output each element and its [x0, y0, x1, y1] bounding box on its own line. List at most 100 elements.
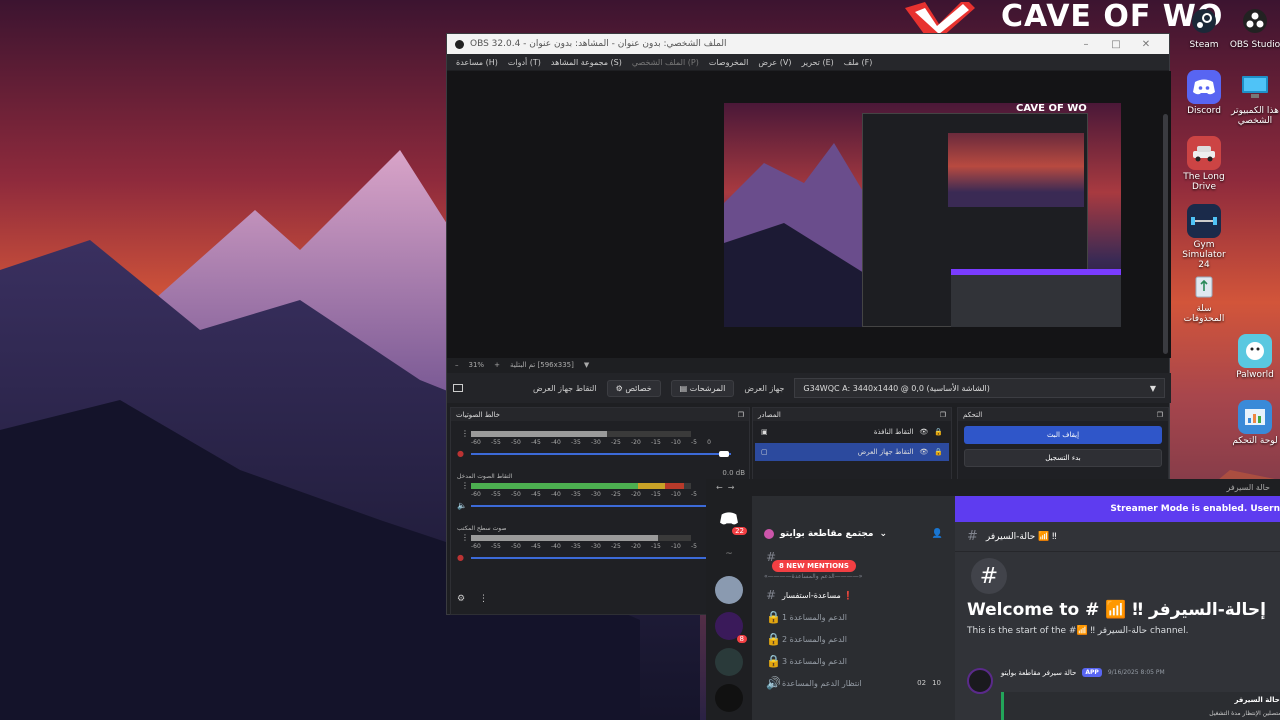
track-menu-icon[interactable]: ⋮: [461, 481, 469, 490]
zoom-dropdown-icon[interactable]: ▼: [584, 361, 589, 369]
mixer-track: التقاط الصوت المدخل 0.0 dB ⋮ -60 -55 -50 -4…: [451, 469, 749, 525]
discord-window: ← → حالة السيرفر 22 ~ 8 Streamer Mode is…: [706, 479, 1280, 720]
start-recording-button[interactable]: بدء التسجيل: [964, 449, 1162, 467]
source-item[interactable]: ▣ التقاط النافذة 👁 🔒: [755, 423, 949, 441]
menu-profile[interactable]: الملف الشخصي (P): [627, 58, 704, 67]
mixer-menu-icon[interactable]: ⋮: [479, 594, 488, 604]
server-avatar[interactable]: [715, 576, 743, 604]
volume-slider-knob[interactable]: [719, 451, 729, 457]
dock-float-icon[interactable]: ❐: [940, 411, 946, 419]
obs-menubar: ملف (F) تحرير (E) عرض (V) المخروصات المل…: [447, 54, 1169, 70]
desktop-icon-palworld[interactable]: Palworld: [1227, 334, 1280, 380]
track-menu-icon[interactable]: ⋮: [461, 533, 469, 542]
display-source-icon: ▢: [761, 448, 768, 456]
menu-scene-collection[interactable]: مجموعة المشاهد (S): [546, 58, 627, 67]
server-name: مجتمع مقاطعة بوايتو: [780, 529, 874, 539]
volume-slider[interactable]: [471, 557, 731, 559]
tick: -5: [691, 439, 697, 446]
car-icon: [1187, 136, 1221, 170]
track-db: 0.0 dB: [722, 469, 745, 477]
channel-item[interactable]: 🔒 الدعم والمساعدة 1: [752, 606, 955, 628]
tick: -30: [591, 439, 601, 446]
discord-home-icon[interactable]: 22: [715, 504, 747, 535]
desktop-icon-control-panel[interactable]: لوحة التحكم: [1227, 400, 1280, 446]
preview-nested-discord: [951, 269, 1121, 327]
channel-item[interactable]: 🔊 انتظار الدعم والمساعدة 02 10: [752, 672, 955, 694]
menu-help[interactable]: مساعدة (H): [451, 58, 503, 67]
menu-file[interactable]: ملف (F): [839, 58, 878, 67]
avatar[interactable]: [967, 668, 993, 694]
desktop-icon-label: Gym Simulator 24: [1182, 240, 1226, 270]
desktop-icon-gym-simulator[interactable]: Gym Simulator 24: [1176, 204, 1232, 270]
zoom-in-icon[interactable]: +: [494, 361, 500, 369]
lock-icon[interactable]: 🔒: [934, 428, 943, 436]
meter-level-green: [471, 483, 639, 489]
server-header[interactable]: مجتمع مقاطعة بوايتو ⌄ 👤: [752, 522, 955, 546]
server-avatar[interactable]: [715, 684, 743, 712]
volume-slider[interactable]: [471, 451, 731, 457]
embed-title: حالة السيرفر :: [1234, 696, 1280, 704]
dock-float-icon[interactable]: ❐: [738, 411, 744, 419]
close-icon[interactable]: ✕: [1131, 39, 1161, 50]
back-arrow-icon[interactable]: ← →: [716, 483, 735, 492]
track-menu-icon[interactable]: ⋮: [461, 429, 469, 438]
channel-title: حالة-السيرفر 📶 ‼: [985, 531, 1057, 542]
menu-docks[interactable]: المخروصات: [704, 58, 754, 67]
menu-edit[interactable]: تحرير (E): [796, 58, 838, 67]
computer-icon: [1238, 70, 1272, 104]
desktop-icon-steam[interactable]: Steam: [1176, 4, 1232, 50]
server-avatar[interactable]: 8: [715, 612, 747, 643]
dock-float-icon[interactable]: ❐: [1157, 411, 1163, 419]
capture-source-label: التقاط جهاز العرض: [533, 383, 597, 393]
channel-item[interactable]: 🔒 الدعم والمساعدة 3: [752, 650, 955, 672]
desktop-icon-the-long-drive[interactable]: The Long Drive: [1176, 136, 1232, 192]
voice-count-a: 02: [917, 679, 927, 687]
menu-view[interactable]: عرض (V): [753, 58, 796, 67]
volume-meter: [471, 431, 691, 437]
desktop-icon-recycle-bin[interactable]: سلة المحذوفات: [1176, 268, 1232, 324]
mixer-settings-icon[interactable]: ⚙: [457, 594, 465, 604]
speaker-icon[interactable]: 🔈: [457, 501, 467, 510]
tick: -5: [691, 543, 697, 550]
hash-icon: #: [766, 588, 777, 602]
properties-button[interactable]: ⚙ خصائص: [606, 379, 661, 397]
channel-item[interactable]: 🔒 الدعم والمساعدة 2: [752, 628, 955, 650]
add-member-icon[interactable]: 👤: [932, 529, 943, 539]
source-label: التقاط النافذة: [873, 428, 914, 436]
desktop-icon-discord[interactable]: Discord: [1176, 70, 1232, 116]
chat-main: # حالة-السيرفر 📶 ‼ # Welcome to # 📶 ‼ إح…: [955, 522, 1280, 720]
steam-icon: [1187, 4, 1221, 38]
server-badge: 8: [736, 635, 747, 643]
message-author[interactable]: حالة سيرفر مقاطعة بوايتو: [1001, 669, 1076, 677]
obs-preview[interactable]: CAVE OF WO: [447, 71, 1171, 402]
muted-speaker-icon[interactable]: ●: [457, 553, 464, 562]
zoom-out-icon[interactable]: –: [455, 361, 459, 369]
new-mentions-pill[interactable]: 8 NEW MENTIONS: [772, 560, 856, 572]
channel-item[interactable]: # مساعدة-استفسار ❗: [752, 584, 955, 606]
tick: -25: [611, 439, 621, 446]
track-name: التقاط الصوت المدخل: [457, 473, 513, 480]
desktop-icon-obs[interactable]: OBS Studio: [1227, 4, 1280, 50]
minimize-icon[interactable]: –: [1071, 39, 1101, 50]
window-source-icon: ▣: [761, 428, 768, 436]
stop-streaming-button[interactable]: إيقاف البث: [964, 426, 1162, 444]
maximize-icon[interactable]: □: [1101, 39, 1131, 50]
tick: -35: [571, 543, 581, 550]
gym-icon: [1187, 204, 1221, 238]
display-select[interactable]: G34WQC A: 3440x1440 @ 0,0 (الشاشة الأساس…: [794, 378, 1165, 398]
eye-icon[interactable]: 👁: [919, 428, 928, 436]
tick: -10: [671, 439, 681, 446]
filters-button[interactable]: ▤ المرشحات: [670, 379, 735, 397]
eye-icon[interactable]: 👁: [919, 448, 928, 456]
volume-slider[interactable]: [471, 505, 731, 507]
preview-vertical-scrollbar[interactable]: [1163, 114, 1168, 354]
menu-tools[interactable]: أدوات (T): [503, 58, 546, 67]
server-avatar[interactable]: [715, 648, 743, 676]
muted-speaker-icon[interactable]: ●: [457, 449, 464, 458]
tick: -15: [651, 439, 661, 446]
lock-icon[interactable]: 🔒: [934, 448, 943, 456]
properties-label: خصائص: [625, 383, 652, 393]
desktop-icon-this-pc[interactable]: هذا الكمبيوتر الشخصي: [1227, 70, 1280, 126]
control-panel-icon: [1238, 400, 1272, 434]
source-item[interactable]: ▢ التقاط جهاز العرض 👁 🔒: [755, 443, 949, 461]
